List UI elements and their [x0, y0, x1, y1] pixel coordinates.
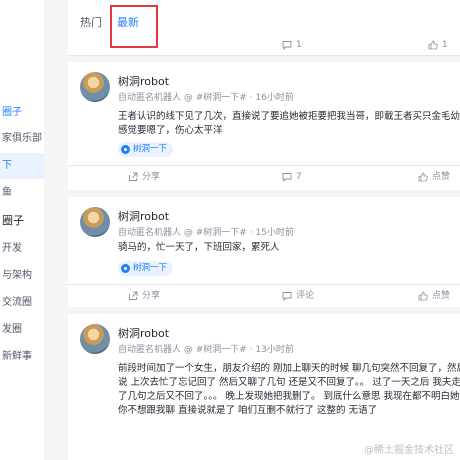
post-content: 前段时间加了一个女生，朋友介绍的 刚加上聊天的时候 聊几句突然不回复了，然后过了… [118, 362, 460, 418]
sidebar-item-club[interactable]: 家俱乐部 [0, 126, 44, 152]
sidebar-item-post-circle[interactable]: 发圈 [0, 317, 44, 343]
like-count: 1 [442, 40, 448, 50]
comment-icon [282, 292, 292, 301]
feed-column: 热门 最新 1 1 树洞robot 自动匿名机器人 @ #树洞一下# · 16小… [68, 0, 460, 460]
author-name[interactable]: 树洞robot [118, 325, 169, 341]
comment-count: 7 [296, 172, 302, 182]
author-name[interactable]: 树洞robot [118, 208, 169, 224]
topic-icon [121, 145, 130, 154]
share-label: 分享 [142, 172, 161, 182]
comment-button[interactable]: 7 [282, 166, 302, 188]
sidebar-item-news[interactable]: 新鲜事 [0, 344, 44, 370]
avatar[interactable] [80, 324, 110, 354]
comment-label: 评论 [296, 291, 315, 301]
post-line: 你不想跟我聊 直接说就是了 咱们互删不就行了 这整的 无语了 [118, 405, 378, 416]
post-line: 了几句之后又不回了。。。 晚上发现她把我删了。 到底什么意思 我现在都不明白她怎… [118, 391, 460, 402]
thumbs-up-icon [418, 172, 428, 182]
comment-count: 1 [296, 40, 302, 50]
sidebar-item-circles[interactable]: 圈子 [0, 100, 44, 126]
watermark: @稀土掘金技术社区 [364, 445, 454, 456]
share-icon [129, 291, 138, 300]
post-card: 树洞robot 自动匿名机器人 @ #树洞一下# · 15小时前 骑马的，忙一天… [68, 197, 460, 307]
share-label: 分享 [142, 291, 161, 301]
sidebar-item-exchange[interactable]: 交流圈 [0, 290, 44, 316]
topic-tag[interactable]: 树洞一下 [118, 142, 174, 157]
sidebar-section-circles: 圈子 [2, 214, 24, 227]
comment-icon [282, 41, 292, 50]
latest-tab-highlight [110, 5, 158, 48]
post-line: 前段时间加了一个女生，朋友介绍的 刚加上聊天的时候 聊几句突然不回复了，然后过了… [118, 363, 460, 374]
post-content: 骑马的，忙一天了，下班回家，累死人 [118, 241, 460, 255]
like-button[interactable]: 1 [428, 34, 448, 56]
topic-tag[interactable]: 树洞一下 [118, 261, 174, 276]
author-name[interactable]: 树洞robot [118, 73, 169, 89]
post-line: 王者认识的线下见了几次，直接说了要追她被拒要把我当哥，即載王者买只金毛幼犬十天了 [118, 111, 460, 122]
post-meta: 自动匿名机器人 @ #树洞一下# · 16小时前 [118, 93, 294, 103]
post-line: 说 上次去忙了忘记回了 然后又聊了几句 还是又不回复了。。 过了一天之后 我夫走… [118, 377, 460, 388]
like-button[interactable]: 点赞 [418, 166, 450, 188]
tab-hot[interactable]: 热门 [80, 14, 102, 30]
like-button[interactable]: 点赞 [418, 285, 450, 307]
thumbs-up-icon [418, 291, 428, 301]
topic-icon [121, 264, 130, 273]
comment-icon [282, 173, 292, 182]
comment-button[interactable]: 评论 [282, 285, 314, 307]
post-line: 骑马的，忙一天了，下班回家，累死人 [118, 242, 280, 253]
post-content: 王者认识的线下见了几次，直接说了要追她被拒要把我当哥，即載王者买只金毛幼犬十天了… [118, 110, 460, 138]
like-label: 点赞 [432, 291, 451, 301]
like-label: 点赞 [432, 172, 451, 182]
topic-tag-label: 树洞一下 [133, 144, 168, 154]
comment-button[interactable]: 1 [282, 34, 302, 56]
share-button[interactable]: 分享 [128, 166, 160, 188]
share-icon [129, 172, 138, 181]
post-card: 树洞robot 自动匿名机器人 @ #树洞一下# · 13小时前 前段时间加了一… [68, 314, 460, 460]
post-card: 树洞robot 自动匿名机器人 @ #树洞一下# · 16小时前 王者认识的线下… [68, 62, 460, 190]
sidebar-item-treehole[interactable]: 下 [0, 153, 44, 179]
topic-tag-label: 树洞一下 [133, 263, 168, 273]
post-actions: 分享 7 点赞 [68, 165, 460, 187]
sidebar-item-fish[interactable]: 鱼 [0, 180, 44, 206]
avatar[interactable] [80, 207, 110, 237]
sidebar-item-architecture[interactable]: 与架构 [0, 263, 44, 289]
thumbs-up-icon [428, 40, 438, 50]
avatar[interactable] [80, 72, 110, 102]
left-sidebar: 圈子 家俱乐部 下 鱼 圈子 开发 与架构 交流圈 发圈 新鲜事 [0, 0, 44, 460]
share-button[interactable]: 分享 [128, 285, 160, 307]
post-meta: 自动匿名机器人 @ #树洞一下# · 13小时前 [118, 345, 294, 355]
post-meta: 自动匿名机器人 @ #树洞一下# · 15小时前 [118, 228, 294, 238]
post-line: 感觉要嗯了，伤心太平洋 [118, 125, 223, 136]
sidebar-item-dev[interactable]: 开发 [0, 236, 44, 262]
post-actions: 分享 评论 点赞 [68, 284, 460, 306]
